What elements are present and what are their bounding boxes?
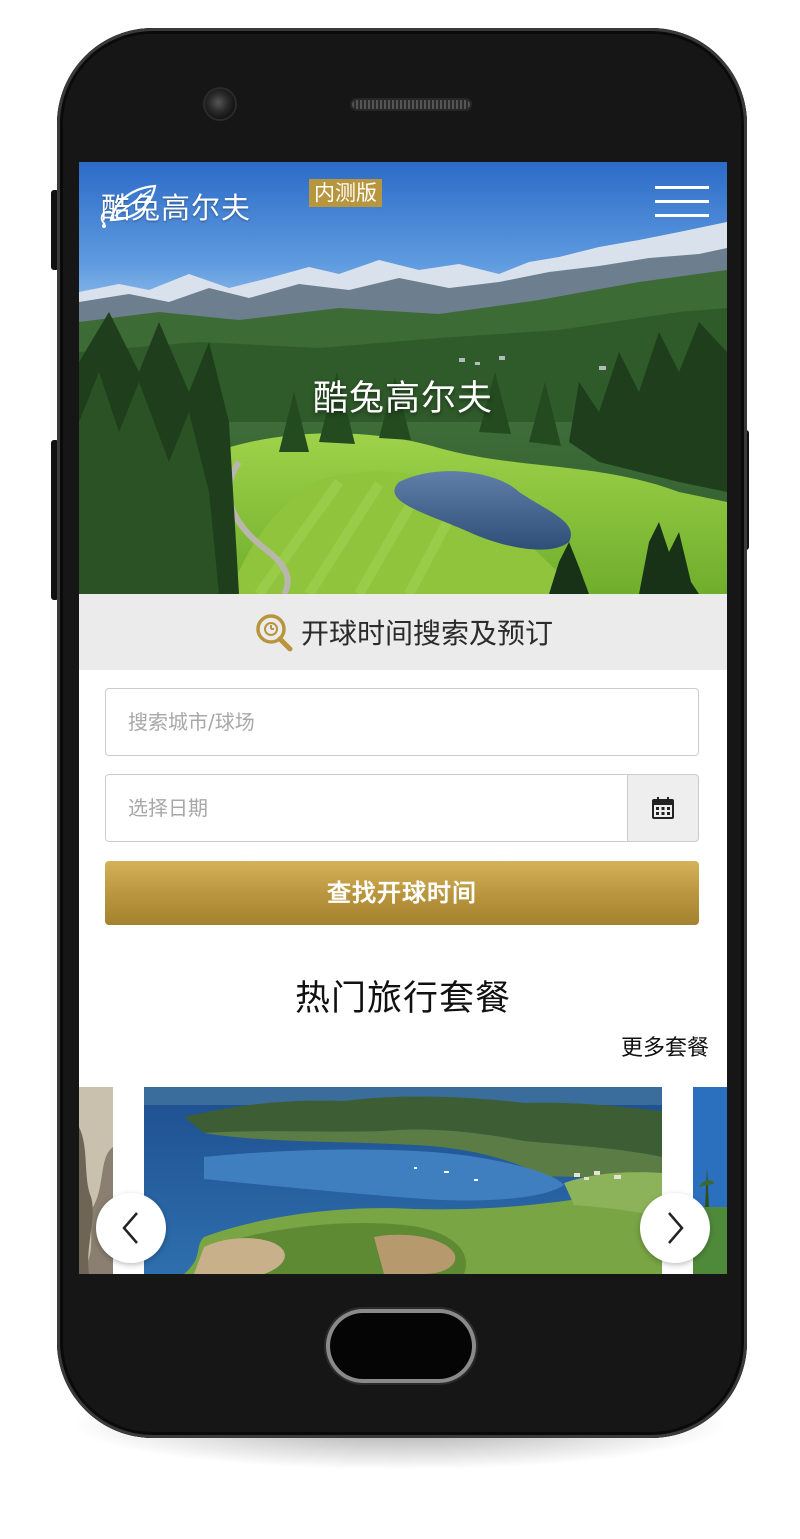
calendar-icon: [652, 797, 674, 819]
package-image-main: [144, 1087, 662, 1274]
site-logo[interactable]: 酷兔高尔夫: [97, 180, 251, 232]
beta-badge: 内测版: [309, 179, 382, 207]
hero-banner: 酷兔高尔夫 内测版 酷兔高尔夫: [79, 162, 727, 594]
clock-search-icon: [256, 614, 293, 652]
package-slide-main[interactable]: [144, 1087, 662, 1274]
device-mockup: 酷兔高尔夫 内测版 酷兔高尔夫 开球时间搜索及预订 搜索城市/球场 选择日期 查…: [0, 0, 800, 1539]
leaf-logo-icon: [100, 184, 157, 228]
carousel-next-button[interactable]: [640, 1193, 710, 1263]
packages-section-title: 热门旅行套餐: [294, 979, 511, 1019]
find-tee-times-button[interactable]: 查找开球时间: [105, 861, 699, 925]
city-course-field[interactable]: [105, 688, 699, 756]
more-packages-link[interactable]: 更多套餐: [621, 1030, 709, 1062]
hamburger-menu-icon[interactable]: [655, 184, 709, 220]
chevron-left-icon: [122, 1212, 138, 1244]
phone-screen: 酷兔高尔夫 内测版 酷兔高尔夫 开球时间搜索及预订 搜索城市/球场 选择日期 查…: [79, 162, 727, 1274]
hero-title: 酷兔高尔夫: [312, 379, 493, 419]
chevron-right-icon: [668, 1212, 684, 1244]
date-picker-row: [105, 774, 699, 842]
date-field[interactable]: [105, 774, 628, 842]
search-section-header: 开球时间搜索及预订: [79, 594, 727, 670]
front-camera-icon: [205, 89, 235, 119]
packages-carousel: [79, 1087, 727, 1274]
earpiece-speaker: [352, 100, 470, 109]
date-input[interactable]: [106, 775, 627, 841]
home-button[interactable]: [330, 1313, 472, 1379]
search-section-title: 开球时间搜索及预订: [300, 617, 553, 650]
calendar-button[interactable]: [628, 774, 699, 842]
carousel-prev-button[interactable]: [96, 1193, 166, 1263]
city-course-input[interactable]: [106, 689, 698, 755]
